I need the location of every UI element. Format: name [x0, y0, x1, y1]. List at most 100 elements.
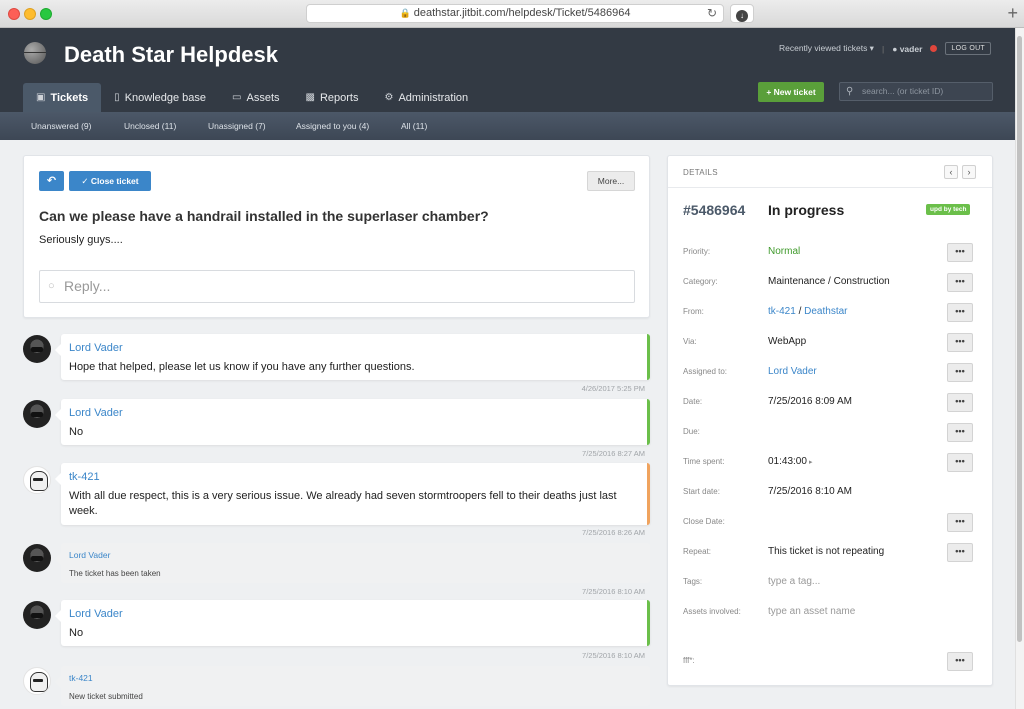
tab-tickets[interactable]: ▣ Tickets — [23, 83, 102, 112]
new-tab-icon[interactable]: + — [1007, 3, 1018, 23]
maximize-window-button[interactable] — [40, 8, 52, 20]
comment-author[interactable]: tk-421 — [69, 673, 93, 683]
book-icon: ▯ — [114, 92, 120, 103]
edit-via-button[interactable]: ••• — [947, 333, 973, 352]
address-bar[interactable]: 🔒 deathstar.jitbit.com/helpdesk/Ticket/54… — [306, 4, 724, 23]
detail-label: Tags: — [683, 577, 703, 586]
scrollbar-thumb[interactable] — [1017, 36, 1022, 642]
reply-input[interactable]: ○ Reply... — [39, 270, 635, 303]
user-bar: Recently viewed tickets ▾ | ● vader LOG … — [779, 42, 991, 55]
edit-time-spent-button[interactable]: ••• — [947, 453, 973, 472]
detail-row-custom-field: fff*: ••• — [668, 652, 992, 672]
comment-time: 7/25/2016 8:10 AM — [582, 651, 645, 660]
user-menu[interactable]: ● vader — [892, 44, 922, 54]
speech-bubble-icon: ○ — [48, 280, 55, 292]
app-title[interactable]: Death Star Helpdesk — [64, 42, 278, 68]
reload-icon[interactable]: ↻ — [707, 5, 717, 22]
avatar — [23, 544, 51, 572]
assets-input[interactable]: type an asset name — [768, 606, 855, 617]
comment-author[interactable]: Lord Vader — [69, 342, 123, 354]
filter-all[interactable]: All (11) — [401, 112, 427, 140]
detail-label: From: — [683, 307, 704, 316]
edit-close-date-button[interactable]: ••• — [947, 513, 973, 532]
edit-custom-field-button[interactable]: ••• — [947, 652, 973, 671]
detail-row-tags: Tags: type a tag... — [668, 573, 992, 593]
edit-priority-button[interactable]: ••• — [947, 243, 973, 262]
tab-administration[interactable]: ⚙ Administration — [371, 83, 481, 112]
edit-from-button[interactable]: ••• — [947, 303, 973, 322]
detail-label: Assets involved: — [683, 607, 741, 616]
assigned-value[interactable]: Lord Vader — [768, 366, 817, 377]
priority-value: Normal — [768, 246, 801, 257]
recently-viewed-menu[interactable]: Recently viewed tickets ▾ — [779, 43, 874, 54]
edit-category-button[interactable]: ••• — [947, 273, 973, 292]
next-ticket-button[interactable]: › — [962, 165, 976, 179]
close-ticket-button[interactable]: ✓ Close ticket — [69, 171, 151, 191]
comment: Lord Vader No — [55, 399, 650, 445]
comment-author[interactable]: tk-421 — [69, 471, 100, 483]
tab-label: Reports — [319, 91, 359, 104]
edit-repeat-button[interactable]: ••• — [947, 543, 973, 562]
comment: Lord Vader Hope that helped, please let … — [55, 334, 650, 380]
edit-date-button[interactable]: ••• — [947, 393, 973, 412]
filter-unassigned[interactable]: Unassigned (7) — [208, 112, 266, 140]
tab-label: Tickets — [50, 91, 89, 104]
new-ticket-button[interactable]: + New ticket — [758, 82, 824, 102]
search-input[interactable]: ⚲ search... (or ticket ID) — [839, 82, 993, 101]
lock-icon: 🔒 — [399, 8, 411, 18]
tab-reports[interactable]: ▩ Reports — [293, 83, 372, 112]
comment-time: 7/25/2016 8:26 AM — [582, 528, 645, 537]
divider: | — [881, 43, 885, 54]
from-user-link[interactable]: tk-421 — [768, 306, 796, 317]
minimize-window-button[interactable] — [24, 8, 36, 20]
avatar — [23, 335, 51, 363]
tags-input[interactable]: type a tag... — [768, 576, 820, 587]
start-date-value: 7/25/2016 8:10 AM — [768, 486, 852, 497]
detail-row-from: From: tk-421 / Deathstar ••• — [668, 303, 992, 323]
timer-play-icon[interactable]: ▸ — [809, 459, 813, 466]
comment-text: Hope that helped, please let us know if … — [69, 361, 415, 373]
comment-author[interactable]: Lord Vader — [69, 550, 110, 560]
close-window-button[interactable] — [8, 8, 20, 20]
death-star-logo-icon[interactable] — [24, 42, 46, 64]
logout-button[interactable]: LOG OUT — [945, 42, 991, 55]
filter-unclosed[interactable]: Unclosed (11) — [124, 112, 176, 140]
edit-assigned-button[interactable]: ••• — [947, 363, 973, 382]
edit-due-button[interactable]: ••• — [947, 423, 973, 442]
detail-row-priority: Priority: Normal ••• — [668, 243, 992, 263]
tab-label: Administration — [398, 91, 469, 104]
check-icon: ✓ — [81, 176, 89, 186]
ticket-filters: Unanswered (9) Unclosed (11) Unassigned … — [0, 112, 1015, 140]
filter-assigned-to-you[interactable]: Assigned to you (4) — [296, 112, 369, 140]
url-text: deathstar.jitbit.com/helpdesk/Ticket/548… — [413, 7, 631, 19]
prev-ticket-button[interactable]: ‹ — [944, 165, 958, 179]
more-button[interactable]: More... — [587, 171, 635, 191]
search-placeholder: search... (or ticket ID) — [862, 86, 944, 96]
tab-knowledge-base[interactable]: ▯ Knowledge base — [101, 83, 219, 112]
from-company-link[interactable]: Deathstar — [804, 306, 847, 317]
detail-row-repeat: Repeat: This ticket is not repeating ••• — [668, 543, 992, 563]
filter-unanswered[interactable]: Unanswered (9) — [31, 112, 91, 140]
comment-time: 4/26/2017 5:25 PM — [581, 384, 645, 393]
detail-label: Due: — [683, 427, 700, 436]
username: vader — [899, 43, 923, 54]
tab-assets[interactable]: ▭ Assets — [219, 83, 292, 112]
comment-author[interactable]: Lord Vader — [69, 608, 123, 620]
avatar — [23, 466, 51, 494]
bar-chart-icon: ▩ — [305, 92, 315, 103]
ticket-body: Seriously guys.... — [39, 234, 123, 246]
downloads-button[interactable]: ↓ — [730, 4, 754, 23]
detail-label: Via: — [683, 337, 697, 346]
ticket-status: In progress — [768, 202, 845, 218]
detail-row-start-date: Start date: 7/25/2016 8:10 AM — [668, 483, 992, 503]
time-spent-text: 01:43:00 — [768, 456, 807, 467]
app-header: Death Star Helpdesk Recently viewed tick… — [0, 28, 1015, 112]
detail-label: Assigned to: — [683, 367, 728, 376]
back-button[interactable]: ↶ — [39, 171, 64, 191]
chevron-left-icon: ‹ — [949, 167, 953, 177]
alert-icon[interactable] — [930, 45, 938, 52]
back-arrow-icon: ↶ — [46, 175, 57, 187]
detail-label: Close Date: — [683, 517, 725, 526]
download-icon: ↓ — [736, 10, 748, 22]
comment-author[interactable]: Lord Vader — [69, 407, 123, 419]
